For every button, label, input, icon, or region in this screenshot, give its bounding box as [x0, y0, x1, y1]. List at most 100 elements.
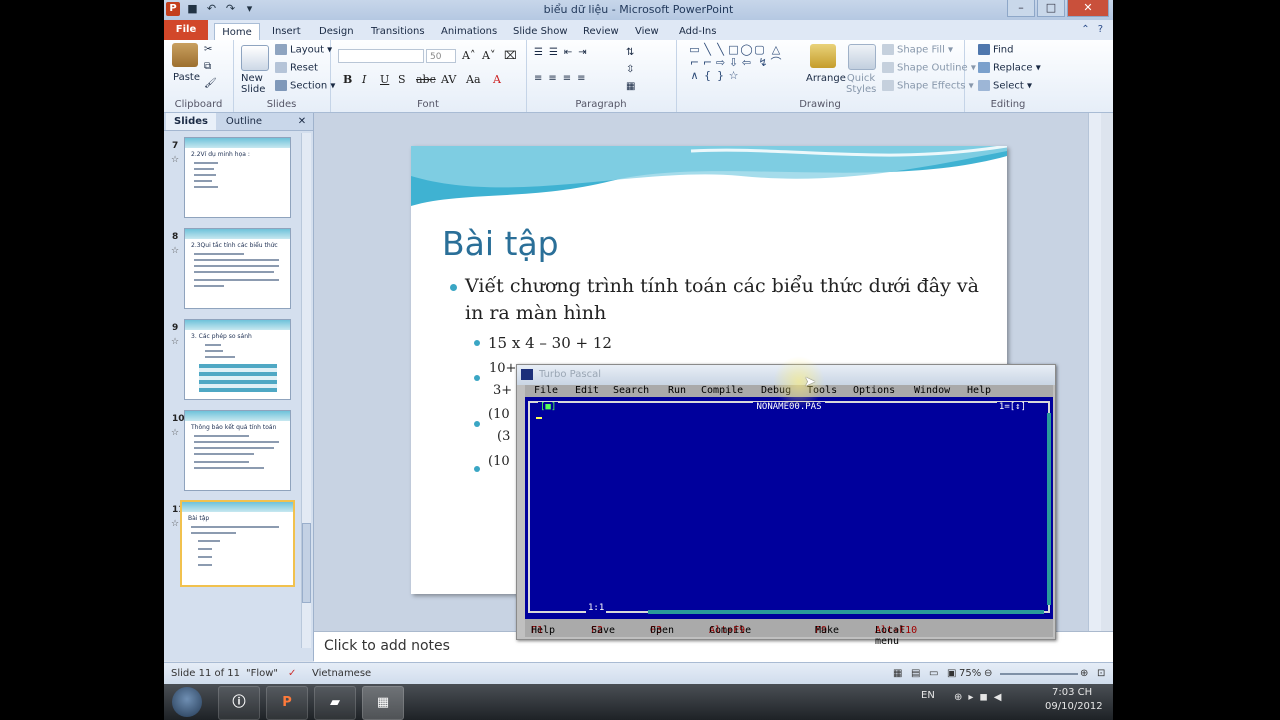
- slide-sub-bullet-2-bottom[interactable]: 3+: [493, 383, 512, 398]
- slideshow-icon[interactable]: ▣: [947, 668, 956, 679]
- font-size-box[interactable]: 50: [426, 49, 456, 63]
- slide-bullet-1-line-2[interactable]: in ra màn hình: [465, 302, 606, 324]
- align-text-icon[interactable]: ⇳: [626, 64, 634, 75]
- shape-roundrect-icon[interactable]: ▢: [753, 43, 766, 56]
- quick-styles-icon[interactable]: [848, 44, 876, 70]
- tab-slide-show[interactable]: Slide Show: [513, 23, 568, 40]
- slide-thumbnail-10[interactable]: Thông báo kết quả tính toán: [184, 410, 291, 491]
- tp-menu-search[interactable]: Search: [613, 385, 649, 397]
- fit-window-icon[interactable]: ⊡: [1097, 668, 1105, 679]
- shape-down-arrow-icon[interactable]: ⇩: [727, 56, 740, 69]
- slide-sub-bullet-3-bottom[interactable]: (3: [497, 429, 510, 444]
- select-button[interactable]: Select ▾: [978, 80, 1032, 92]
- slide-thumbnail-7[interactable]: 2.2Ví dụ minh họa :: [184, 137, 291, 218]
- slide-sub-bullet-4-top[interactable]: (10: [488, 454, 510, 469]
- find-button[interactable]: Find: [978, 44, 1014, 56]
- slide-sorter-icon[interactable]: ▤: [911, 668, 920, 679]
- align-icons[interactable]: ≡≡≡≡: [534, 73, 592, 84]
- list-icons[interactable]: ☰☰⇤⇥: [534, 47, 593, 58]
- language-indicator[interactable]: Vietnamese: [312, 668, 371, 679]
- tp-menu-help[interactable]: Help: [967, 385, 991, 397]
- tab-home[interactable]: Home: [214, 23, 260, 41]
- shape-triangle-icon[interactable]: △: [770, 43, 783, 56]
- turbo-pascal-window[interactable]: Turbo Pascal File Edit Search Run Compil…: [516, 364, 1056, 647]
- tp-menu-options[interactable]: Options: [853, 385, 895, 397]
- panel-close-icon[interactable]: ✕: [295, 113, 309, 130]
- copy-icon[interactable]: ⧉: [204, 61, 211, 72]
- shape-curve-icon[interactable]: ⌒: [770, 56, 783, 69]
- text-direction-icon[interactable]: ⇅: [626, 47, 634, 58]
- editor-scrollbar[interactable]: [1088, 113, 1101, 631]
- slide-bullet-1-line-1[interactable]: Viết chương trình tính toán các biểu thứ…: [465, 275, 979, 297]
- zoom-slider[interactable]: [1000, 673, 1078, 675]
- notes-placeholder[interactable]: Click to add notes: [324, 638, 450, 654]
- taskbar-app-1[interactable]: ⓘ: [218, 686, 260, 720]
- arrange-icon[interactable]: [810, 44, 836, 68]
- shape-box-icon[interactable]: □: [727, 43, 740, 56]
- tp-menu-file[interactable]: File: [534, 385, 558, 397]
- shape-fill-button[interactable]: Shape Fill ▾: [882, 44, 953, 56]
- help-icon[interactable]: ?: [1098, 24, 1103, 35]
- tab-insert[interactable]: Insert: [272, 23, 301, 40]
- minimize-ribbon-icon[interactable]: ⌃: [1081, 24, 1089, 35]
- slide-thumbnail-8[interactable]: 2.3Qui tắc tính các biểu thức: [184, 228, 291, 309]
- paste-button[interactable]: Paste: [173, 72, 200, 83]
- tray-icons[interactable]: ⊕▸◼◀: [954, 692, 1007, 703]
- shape-rectangle-icon[interactable]: ▭: [688, 43, 701, 56]
- shape-line-icon[interactable]: ╲: [701, 43, 714, 56]
- maximize-button[interactable]: □: [1037, 0, 1065, 17]
- tab-slides[interactable]: Slides: [166, 113, 216, 130]
- taskbar-turbo-pascal[interactable]: ▦: [362, 686, 404, 720]
- tp-menu-compile[interactable]: Compile: [701, 385, 743, 397]
- change-case-icon[interactable]: Aa: [466, 73, 481, 86]
- zoom-in-icon[interactable]: ⊕: [1080, 668, 1088, 679]
- input-language[interactable]: EN: [921, 690, 935, 701]
- tp-menu-edit[interactable]: Edit: [575, 385, 599, 397]
- taskbar-powerpoint[interactable]: P: [266, 686, 308, 720]
- strikethrough-icon[interactable]: abc: [416, 73, 436, 86]
- slide-sub-bullet-2-top[interactable]: 10+: [489, 361, 516, 376]
- tp-editor[interactable]: [■] NONAME00.PAS 1=[↕] 1:1: [525, 397, 1053, 619]
- shadow-icon[interactable]: S: [398, 73, 406, 86]
- bold-icon[interactable]: B: [343, 73, 352, 86]
- slide-thumbnail-9[interactable]: 3. Các phép so sánh: [184, 319, 291, 400]
- shape-line2-icon[interactable]: ╲: [714, 43, 727, 56]
- tp-window-number[interactable]: 1=[↕]: [996, 402, 1028, 412]
- start-button[interactable]: [172, 687, 202, 717]
- shape-outline-button[interactable]: Shape Outline ▾: [882, 62, 976, 74]
- tp-menu-run[interactable]: Run: [668, 385, 686, 397]
- slide-title[interactable]: Bài tập: [442, 224, 559, 263]
- slide-thumbnail-11[interactable]: Bài tập: [180, 500, 295, 587]
- tab-review[interactable]: Review: [583, 23, 619, 40]
- quick-styles-button[interactable]: Quick Styles: [846, 73, 876, 95]
- shape-elbow2-icon[interactable]: ⌐: [701, 56, 714, 69]
- paste-icon[interactable]: [172, 43, 198, 67]
- cut-icon[interactable]: ✂: [204, 44, 212, 55]
- shape-elbow-icon[interactable]: ⌐: [688, 56, 701, 69]
- font-color-icon[interactable]: A: [493, 73, 501, 86]
- shape-rbrace-icon[interactable]: }: [714, 69, 727, 82]
- tab-design[interactable]: Design: [319, 23, 354, 40]
- panel-scroll-thumb[interactable]: [302, 523, 311, 603]
- tab-animations[interactable]: Animations: [441, 23, 497, 40]
- zoom-out-icon[interactable]: ⊖: [984, 668, 992, 679]
- reading-view-icon[interactable]: ▭: [929, 668, 938, 679]
- slide-sub-bullet-1[interactable]: 15 x 4 – 30 + 12: [488, 334, 612, 352]
- tp-vertical-scrollbar[interactable]: [1047, 413, 1051, 605]
- new-slide-button[interactable]: New Slide: [241, 73, 271, 95]
- replace-button[interactable]: Replace ▾: [978, 62, 1041, 74]
- italic-icon[interactable]: I: [362, 73, 366, 86]
- shrink-font-icon[interactable]: A˅: [482, 49, 495, 62]
- shape-squiggle-icon[interactable]: ↯: [757, 56, 770, 69]
- tp-horizontal-scrollbar[interactable]: [648, 610, 1044, 614]
- smartart-icon[interactable]: ▦: [626, 81, 635, 92]
- shape-right-arrow-icon[interactable]: ⇨: [714, 56, 727, 69]
- shape-lbrace-icon[interactable]: {: [701, 69, 714, 82]
- minimize-button[interactable]: –: [1007, 0, 1035, 17]
- tab-outline[interactable]: Outline: [220, 113, 268, 130]
- shape-brace-icon[interactable]: ⇦: [740, 56, 753, 69]
- tp-menu-window[interactable]: Window: [914, 385, 950, 397]
- shape-freeform-icon[interactable]: ∧: [688, 69, 701, 82]
- tab-transitions[interactable]: Transitions: [371, 23, 425, 40]
- new-slide-icon[interactable]: [241, 45, 269, 71]
